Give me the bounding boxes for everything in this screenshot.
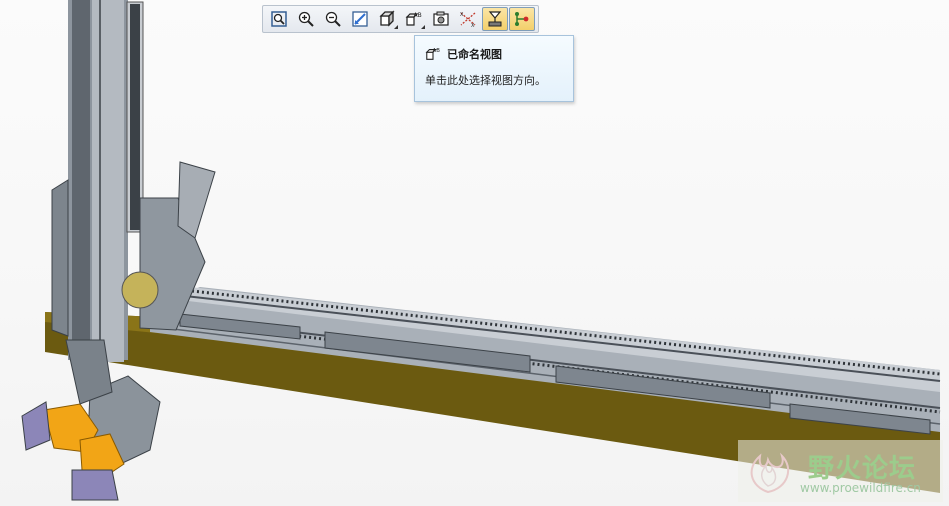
arm-link [65, 339, 113, 405]
view-manager-button[interactable] [428, 7, 454, 31]
gear-wheel [121, 271, 159, 309]
motor-plate [177, 161, 216, 239]
zoom-fit-button[interactable] [266, 7, 292, 31]
graphics-viewport[interactable]: AB XX AB 已命名视图 单击此处选择视图方向。 野火论坛 www.proe… [0, 0, 949, 506]
spin-center-icon [515, 12, 529, 26]
watermark-url: www.proewildfire.cn [800, 481, 921, 495]
zoom-in-icon [298, 11, 314, 27]
repaint-button[interactable] [347, 7, 373, 31]
column-face [92, 0, 124, 362]
side-bracket [51, 179, 69, 337]
zoom-out-button[interactable] [320, 7, 346, 31]
datum-display-button[interactable]: XX [455, 7, 481, 31]
named-views-icon: AB [425, 48, 441, 60]
tooltip-header: AB 已命名视图 [425, 45, 563, 63]
column-rear-slot [130, 4, 140, 230]
display-style-button[interactable] [374, 7, 400, 31]
zoom-in-button[interactable] [293, 7, 319, 31]
zoom-fit-icon [271, 11, 287, 27]
purple-claw [71, 469, 119, 501]
flame-logo-icon [750, 452, 790, 494]
named-views-button[interactable]: AB [401, 7, 427, 31]
svg-text:X: X [471, 23, 475, 28]
view-manager-icon [433, 11, 449, 26]
tooltip-description: 单击此处选择视图方向。 [425, 74, 546, 87]
purple-claw [21, 401, 51, 451]
svg-text:AB: AB [414, 12, 422, 19]
annotation-display-button[interactable] [482, 7, 508, 31]
view-toolbar: AB XX [262, 5, 539, 33]
repaint-icon [352, 11, 368, 27]
named-views-tooltip: AB 已命名视图 单击此处选择视图方向。 [414, 35, 574, 102]
zoom-out-icon [325, 11, 341, 27]
svg-text:X: X [460, 12, 464, 18]
watermark-name: 野火论坛 [808, 454, 917, 484]
annotation-display-icon [488, 11, 502, 27]
tooltip-title: 已命名视图 [447, 48, 502, 61]
column-inner [72, 0, 90, 355]
spin-center-button[interactable] [509, 7, 535, 31]
svg-text:AB: AB [433, 48, 441, 54]
forum-watermark: 野火论坛 www.proewildfire.cn [738, 440, 943, 502]
datum-display-icon: XX [460, 12, 476, 28]
